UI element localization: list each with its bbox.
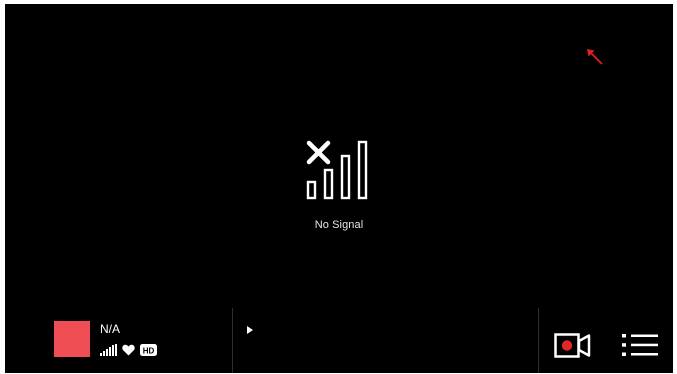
no-signal-text: No Signal (314, 219, 364, 231)
channel-name: N/A (100, 322, 121, 336)
no-signal-icon (306, 140, 368, 200)
no-signal-panel: No Signal (5, 140, 673, 231)
menu-list-icon[interactable] (622, 333, 658, 357)
play-icon[interactable] (245, 325, 255, 335)
record-video-icon[interactable] (554, 333, 591, 358)
pointer-arrow (587, 49, 603, 65)
tv-screen: No Signal N/A HD (5, 4, 673, 373)
channel-thumbnail[interactable] (54, 321, 90, 357)
divider-left (232, 308, 233, 373)
hd-badge-icon: HD (140, 344, 157, 356)
channel-status-icons: HD (100, 343, 157, 357)
signal-bars-icon (100, 344, 117, 356)
heart-icon (122, 344, 135, 356)
hd-label: HD (143, 346, 155, 355)
bottom-control-bar: N/A HD (5, 308, 673, 373)
divider-right (538, 308, 539, 373)
